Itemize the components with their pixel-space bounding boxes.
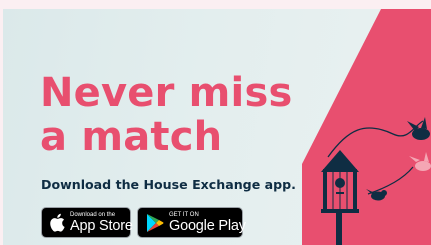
apple-icon: [46, 213, 68, 232]
download-subtext: Download the House Exchange app.: [41, 177, 296, 192]
app-promo-banner: Never miss a match Download the House Ex…: [3, 9, 431, 245]
app-store-label: App Store: [70, 217, 133, 234]
app-store-button[interactable]: Download on the App Store: [41, 207, 133, 238]
google-play-icon: [143, 213, 167, 233]
google-play-button[interactable]: GET IT ON Google Play: [137, 207, 246, 238]
headline-line-1: Never miss: [40, 70, 293, 116]
headline: Never miss a match: [40, 71, 292, 159]
google-play-label: Google Play: [169, 217, 246, 234]
headline-line-2: a match: [40, 114, 223, 160]
